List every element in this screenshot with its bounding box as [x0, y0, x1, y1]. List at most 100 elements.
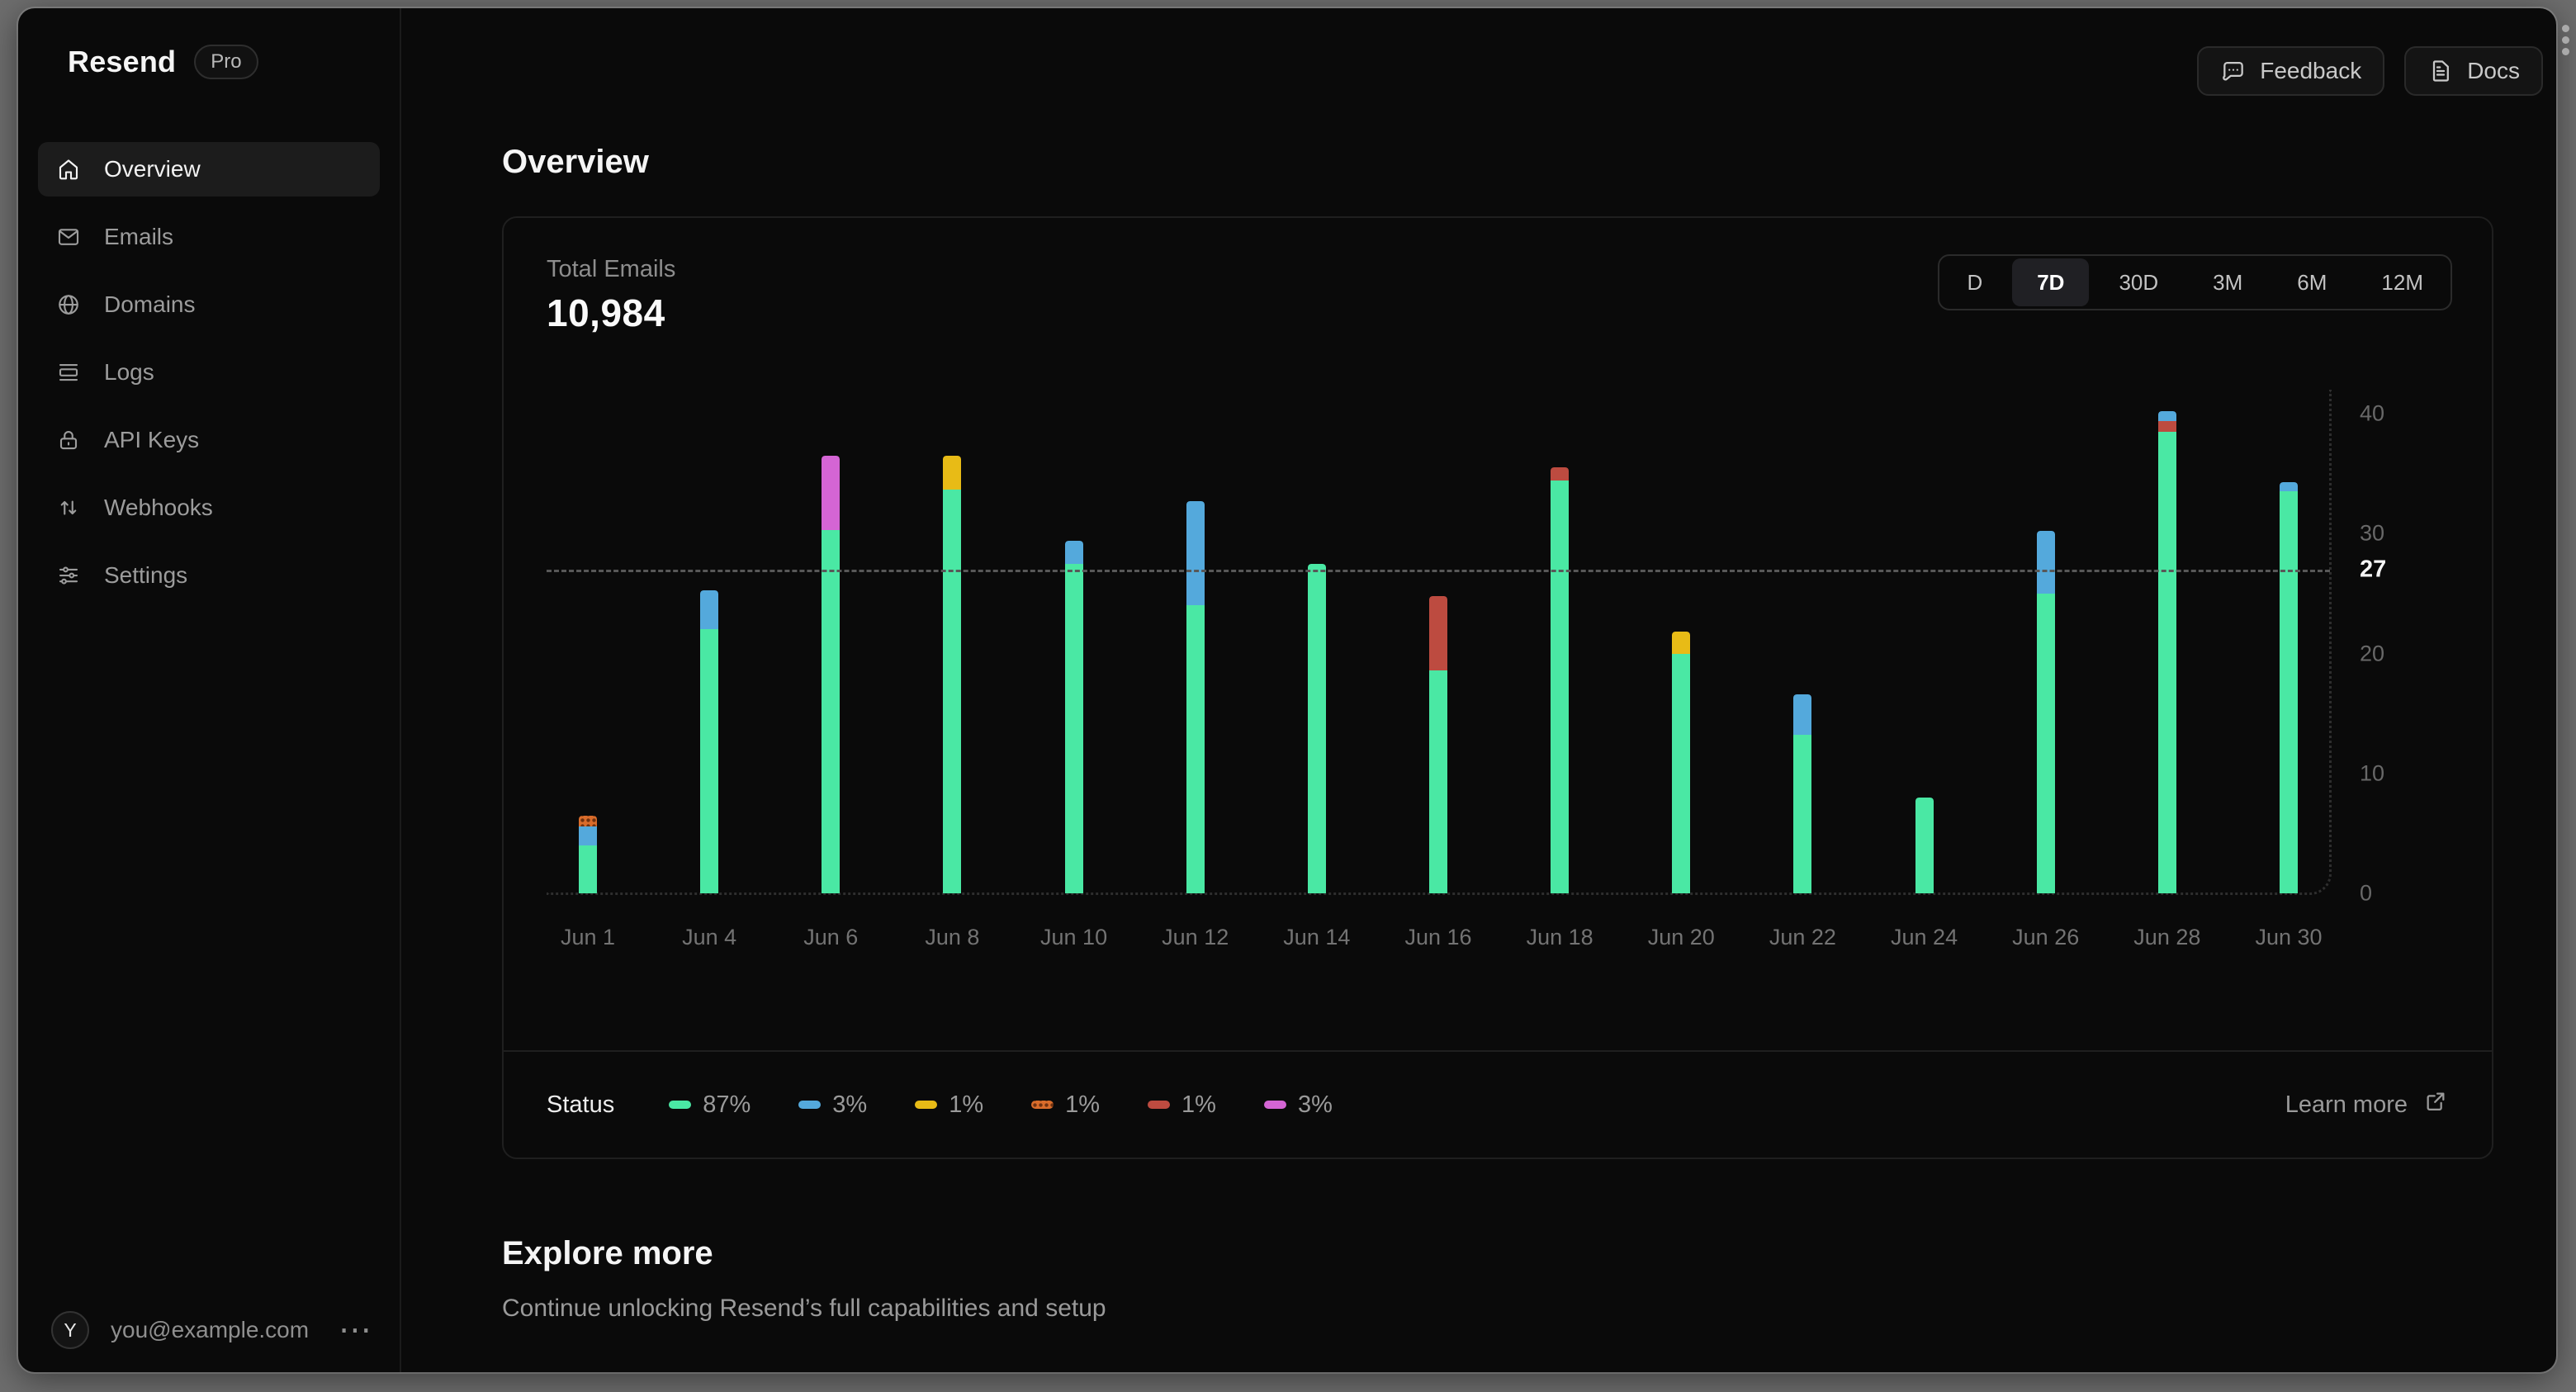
sidebar-item-api-keys[interactable]: API Keys	[38, 413, 380, 467]
bar-segment-blue	[1064, 541, 1083, 564]
bar-jun-20[interactable]	[1672, 632, 1691, 893]
bar-segment-green	[579, 845, 597, 893]
legend-item-3: 1%	[1031, 1091, 1100, 1119]
sidebar-item-settings[interactable]: Settings	[38, 548, 380, 603]
bar-segment-red	[1429, 595, 1447, 670]
bar-segment-green	[1307, 563, 1326, 893]
sidebar-nav: Overview Emails Domains Logs API Keys Webhook…	[38, 142, 380, 616]
learn-more-link[interactable]: Learn more	[2285, 1088, 2449, 1121]
average-threshold-line	[547, 569, 2330, 572]
legend-item-5: 3%	[1263, 1091, 1333, 1119]
y-axis-tick-30: 30	[2360, 520, 2385, 546]
legend-swatch	[798, 1101, 822, 1109]
bar-jun-16[interactable]	[1429, 595, 1447, 893]
logs-icon	[59, 363, 78, 381]
x-axis-label-jun-14: Jun 14	[1283, 925, 1351, 949]
legend-percentage: 1%	[1065, 1091, 1101, 1118]
range-button-7d[interactable]: 7D	[2012, 258, 2090, 306]
globe-icon	[59, 295, 78, 315]
bar-jun-14[interactable]	[1307, 563, 1326, 893]
sidebar-item-domains[interactable]: Domains	[38, 277, 380, 332]
bar-segment-green	[2157, 431, 2176, 893]
sidebar-item-logs[interactable]: Logs	[38, 345, 380, 400]
legend-items: 87% 3% 1% 1% 1% 3%	[669, 1091, 2285, 1119]
sidebar-item-label: Settings	[104, 562, 188, 588]
x-axis-label-jun-22: Jun 22	[1769, 925, 1836, 949]
bar-jun-26[interactable]	[2036, 531, 2055, 893]
bar-jun-8[interactable]	[943, 455, 962, 893]
bar-jun-4[interactable]	[700, 589, 719, 893]
chat-icon	[2223, 61, 2244, 81]
user-email: you@example.com	[111, 1317, 310, 1342]
bar-segment-green	[2036, 593, 2055, 893]
y-axis-tick-10: 10	[2360, 760, 2385, 786]
bar-chart-plot	[547, 390, 2330, 893]
avatar[interactable]: Y	[51, 1311, 89, 1349]
topbar: Feedback Docs	[2197, 46, 2543, 96]
account-switcher[interactable]: Y you@example.com ⋯	[51, 1311, 376, 1349]
sidebar-item-label: Webhooks	[104, 495, 213, 520]
bar-segment-green	[1915, 797, 1934, 893]
docs-button[interactable]: Docs	[2404, 46, 2543, 96]
legend-row: Status 87% 3% 1% 1% 1% 3% Learn more	[504, 1050, 2492, 1158]
legend-item-0: 87%	[669, 1091, 751, 1119]
external-link-icon	[2422, 1088, 2449, 1121]
threshold-label: 27	[2360, 556, 2387, 583]
page-title: Overview	[502, 144, 649, 180]
sidebar-item-label: API Keys	[104, 427, 200, 452]
x-axis-label-jun-1: Jun 1	[560, 925, 616, 949]
sidebar-item-overview[interactable]: Overview	[38, 142, 380, 196]
main-content: Feedback Docs Overview Total Emails 10,98…	[403, 8, 2556, 1372]
webhooks-icon	[60, 500, 77, 515]
user-menu-ellipsis-icon[interactable]: ⋯	[335, 1314, 376, 1347]
bar-jun-1[interactable]	[579, 815, 597, 893]
range-button-d[interactable]: D	[1942, 258, 2007, 306]
legend-swatch	[1031, 1101, 1054, 1109]
bar-segment-magenta	[822, 455, 841, 530]
legend-swatch	[1148, 1101, 1171, 1109]
mail-icon	[58, 229, 79, 245]
app-window: Resend Pro Overview Emails Domains Logs API …	[18, 8, 2556, 1372]
scrollbar-dots[interactable]	[2562, 25, 2569, 55]
x-axis-label-jun-28: Jun 28	[2133, 925, 2201, 949]
bar-jun-18[interactable]	[1551, 467, 1570, 893]
explore-more-subtitle: Continue unlocking Resend’s full capabil…	[502, 1295, 1106, 1322]
bar-segment-orange	[579, 815, 597, 826]
bar-jun-28[interactable]	[2157, 411, 2176, 893]
legend-item-4: 1%	[1148, 1091, 1216, 1119]
bar-segment-green	[822, 529, 841, 893]
button-label: Docs	[2467, 58, 2520, 83]
learn-more-label: Learn more	[2285, 1091, 2408, 1118]
x-axis-label-jun-20: Jun 20	[1647, 925, 1715, 949]
legend-percentage: 3%	[1297, 1091, 1333, 1118]
bar-segment-green	[943, 489, 962, 893]
lock-icon	[59, 431, 78, 450]
bar-segment-green	[2280, 491, 2298, 893]
x-axis-label-jun-10: Jun 10	[1040, 925, 1108, 949]
brand-row: Resend Pro	[68, 45, 258, 79]
sidebar-item-emails[interactable]: Emails	[38, 210, 380, 264]
x-axis-label-jun-12: Jun 12	[1162, 925, 1229, 949]
bar-jun-22[interactable]	[1793, 694, 1812, 893]
external-icon	[2427, 1092, 2445, 1110]
x-axis-label-jun-16: Jun 16	[1404, 925, 1472, 949]
range-button-30d[interactable]: 30D	[2094, 258, 2183, 306]
sidebar-item-label: Domains	[104, 291, 196, 317]
legend-swatch	[669, 1101, 692, 1109]
sidebar: Resend Pro Overview Emails Domains Logs API …	[18, 8, 401, 1372]
range-button-12m[interactable]: 12M	[2356, 258, 2448, 306]
bar-jun-10[interactable]	[1064, 541, 1083, 893]
bar-segment-blue	[2280, 481, 2298, 492]
bar-jun-12[interactable]	[1186, 501, 1205, 893]
x-axis-label-jun-6: Jun 6	[803, 925, 859, 949]
sidebar-item-webhooks[interactable]: Webhooks	[38, 481, 380, 535]
feedback-button[interactable]: Feedback	[2197, 46, 2385, 96]
bar-jun-30[interactable]	[2280, 481, 2298, 893]
range-button-3m[interactable]: 3M	[2188, 258, 2267, 306]
plan-badge: Pro	[194, 45, 258, 79]
bar-jun-6[interactable]	[822, 455, 841, 893]
legend-swatch	[915, 1101, 938, 1109]
bar-jun-24[interactable]	[1915, 797, 1934, 893]
y-axis-tick-20: 20	[2360, 641, 2385, 666]
range-button-6m[interactable]: 6M	[2272, 258, 2351, 306]
